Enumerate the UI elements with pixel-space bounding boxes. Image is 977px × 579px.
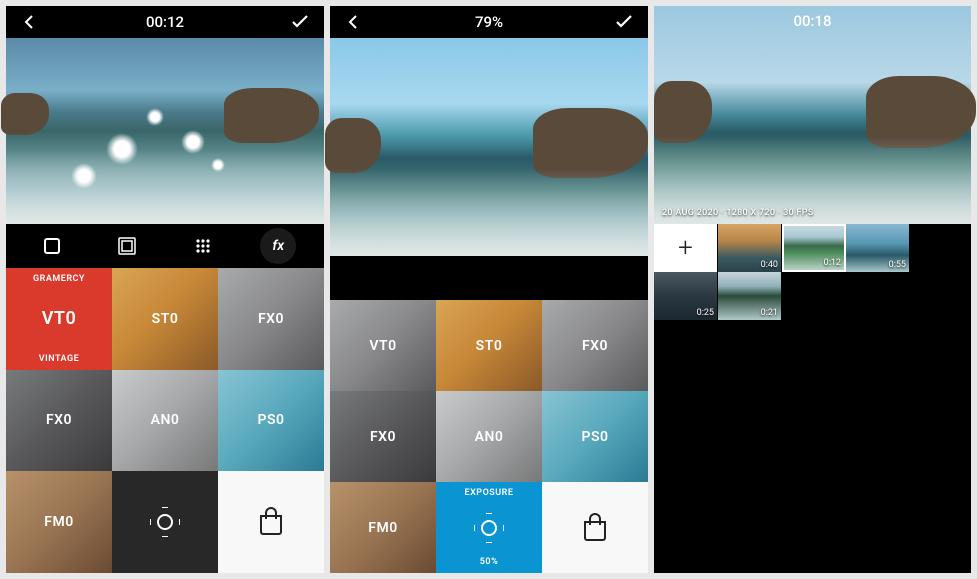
filter-label: FM0 — [44, 514, 73, 530]
clip-thumbnail[interactable]: 0:55 — [846, 224, 910, 272]
clip-thumbnail[interactable]: 0:21 — [718, 272, 782, 320]
back-button[interactable] — [344, 12, 364, 32]
top-bar: 00:12 — [6, 6, 324, 38]
store-button[interactable] — [542, 482, 648, 573]
confirm-button[interactable] — [614, 12, 634, 32]
back-button[interactable] — [20, 12, 40, 32]
scene-splash — [146, 108, 164, 126]
shopping-bag-icon — [260, 515, 282, 535]
clip-duration: 0:21 — [761, 308, 778, 318]
scene-splash — [211, 158, 225, 172]
tool-value: 50% — [480, 557, 498, 567]
video-metadata: 20 AUG 2020 · 1280 X 720 · 30 FPS — [662, 208, 814, 218]
brightness-tool[interactable] — [112, 471, 218, 573]
video-preview[interactable] — [6, 38, 324, 224]
filter-ps0[interactable]: PS0 — [218, 370, 324, 472]
filter-an0[interactable]: AN0 — [436, 391, 542, 482]
editor-panel-exposure: 79% VT0 ST0 FX0 FX0 AN0 PS0 FM0 EXPOSURE… — [330, 6, 648, 573]
scene-rock — [325, 118, 381, 173]
clip-duration: 0:40 — [761, 260, 778, 270]
filter-fx0-2[interactable]: FX0 — [330, 391, 436, 482]
clip-duration: 0:25 — [697, 308, 714, 318]
check-icon — [615, 14, 633, 30]
clip-strip: + 0:40 0:12 0:55 0:25 0:21 — [654, 224, 971, 320]
scene-rock — [224, 88, 319, 143]
filter-label: FM0 — [368, 520, 397, 536]
scene-splash — [71, 163, 97, 189]
filter-label: FX0 — [258, 311, 284, 327]
exposure-tool[interactable]: EXPOSURE 50% — [436, 482, 542, 573]
filter-label: FX0 — [46, 412, 72, 428]
scene-splash — [106, 133, 138, 165]
fx-tool[interactable]: fx — [260, 228, 296, 264]
empty-area — [654, 320, 971, 573]
filter-an0[interactable]: AN0 — [112, 370, 218, 472]
grid-tool[interactable] — [185, 228, 221, 264]
grid-dots-icon — [195, 238, 211, 254]
filter-label: FX0 — [370, 429, 396, 445]
filter-vt0[interactable]: VT0 — [330, 300, 436, 391]
clip-duration: 0:55 — [889, 260, 906, 270]
sun-icon — [475, 514, 503, 542]
scene-splash — [181, 130, 205, 154]
scene-wave — [330, 169, 648, 256]
video-time: 00:18 — [793, 12, 831, 30]
filter-fm0[interactable]: FM0 — [6, 471, 112, 573]
filter-fm0[interactable]: FM0 — [330, 482, 436, 573]
filter-label: ST0 — [476, 338, 503, 354]
filter-label: AN0 — [151, 412, 180, 428]
clip-thumbnail[interactable]: 0:12 — [782, 224, 846, 272]
frame-tool[interactable] — [109, 228, 145, 264]
filter-category: GRAMERCY — [33, 274, 85, 284]
clip-thumbnail[interactable]: 0:25 — [654, 272, 718, 320]
filter-label: FX0 — [582, 338, 608, 354]
scene-wave — [6, 150, 324, 224]
arrow-left-icon — [346, 14, 362, 30]
filter-st0[interactable]: ST0 — [436, 300, 542, 391]
video-preview[interactable]: 00:18 20 AUG 2020 · 1280 X 720 · 30 FPS — [654, 6, 971, 224]
filter-fx0-2[interactable]: FX0 — [6, 370, 112, 472]
filter-fx0[interactable]: FX0 — [218, 268, 324, 370]
arrow-left-icon — [22, 14, 38, 30]
scene-rock — [654, 81, 712, 143]
progress-percent: 79% — [475, 13, 503, 31]
clips-panel: 00:18 20 AUG 2020 · 1280 X 720 · 30 FPS … — [654, 6, 971, 573]
filter-label: AN0 — [475, 429, 504, 445]
video-time: 00:12 — [146, 13, 184, 31]
frame-icon — [118, 237, 136, 255]
filter-label: PS0 — [257, 412, 284, 428]
clip-duration: 0:12 — [824, 258, 841, 268]
filter-vt0[interactable]: GRAMERCY VT0 VINTAGE — [6, 268, 112, 370]
add-clip-button[interactable]: + — [654, 224, 718, 272]
fx-icon: fx — [272, 238, 284, 254]
filter-label: ST0 — [152, 311, 179, 327]
scene-rock — [1, 93, 49, 135]
filter-grid: GRAMERCY VT0 VINTAGE ST0 FX0 FX0 AN0 PS0… — [6, 268, 324, 573]
scene-rock — [533, 108, 648, 178]
tool-name: EXPOSURE — [465, 488, 514, 498]
filter-st0[interactable]: ST0 — [112, 268, 218, 370]
plus-icon: + — [678, 233, 693, 263]
filter-ps0[interactable]: PS0 — [542, 391, 648, 482]
sun-icon — [151, 508, 179, 536]
confirm-button[interactable] — [290, 12, 310, 32]
tool-bar: fx — [6, 224, 324, 268]
check-icon — [291, 14, 309, 30]
spacer — [330, 256, 648, 300]
filter-label: PS0 — [581, 429, 608, 445]
editor-panel-filters: 00:12 fx GRAMERCY VT0 VINTAGE ST0 FX0 FX… — [6, 6, 324, 573]
filter-fx0[interactable]: FX0 — [542, 300, 648, 391]
clip-thumbnail[interactable]: 0:40 — [718, 224, 782, 272]
aspect-tool[interactable] — [34, 228, 70, 264]
filter-grid: VT0 ST0 FX0 FX0 AN0 PS0 FM0 EXPOSURE 50% — [330, 300, 648, 573]
top-bar: 79% — [330, 6, 648, 38]
video-preview[interactable] — [330, 38, 648, 256]
store-button[interactable] — [218, 471, 324, 573]
filter-label: VT0 — [369, 338, 396, 354]
filter-label: VT0 — [42, 308, 77, 329]
shopping-bag-icon — [584, 521, 606, 541]
square-outline-icon — [43, 237, 61, 255]
filter-subcategory: VINTAGE — [39, 354, 79, 364]
